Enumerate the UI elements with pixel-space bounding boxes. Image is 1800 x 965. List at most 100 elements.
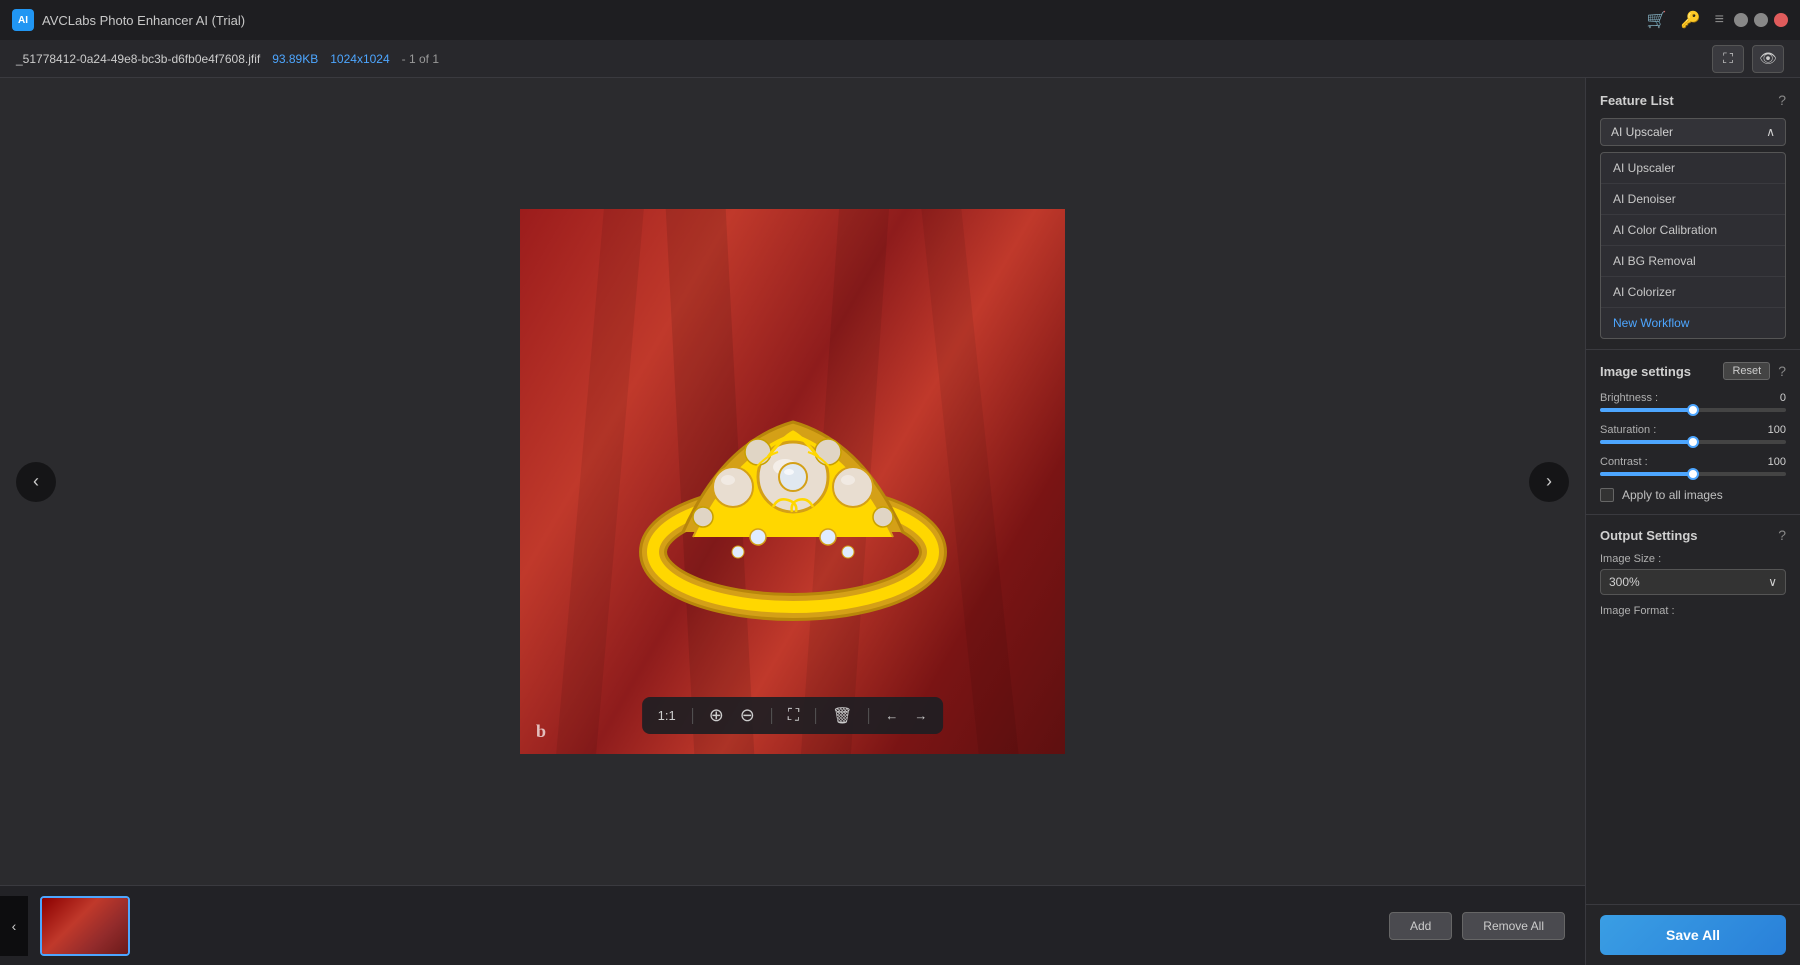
image-format-label: Image Format : xyxy=(1600,605,1786,617)
preview-button[interactable]: 👁 xyxy=(1752,45,1784,73)
bottom-bar: ‹ Add Remove All xyxy=(0,885,1585,965)
feature-list: AI Upscaler AI Denoiser AI Color Calibra… xyxy=(1600,152,1786,339)
feature-item-ai-denoiser[interactable]: AI Denoiser xyxy=(1601,184,1785,215)
image-settings-help-icon[interactable]: ? xyxy=(1778,363,1786,379)
zoom-in-button[interactable]: ⊕ xyxy=(709,705,724,726)
filesize: 93.89KB xyxy=(272,52,318,66)
center-panel: ‹ xyxy=(0,78,1585,965)
brightness-label: Brightness : xyxy=(1600,392,1658,404)
filename: _51778412-0a24-49e8-bc3b-d6fb0e4f7608.jf… xyxy=(16,52,260,66)
reset-button[interactable]: Reset xyxy=(1723,362,1770,380)
save-all-button[interactable]: Save All xyxy=(1600,915,1786,955)
saturation-value: 100 xyxy=(1768,424,1786,436)
dimensions: 1024x1024 xyxy=(330,52,389,66)
brightness-slider-fill xyxy=(1600,408,1693,412)
sidebar: Feature List ? AI Upscaler ∧ AI Upscaler… xyxy=(1585,78,1800,965)
saturation-label-row: Saturation : 100 xyxy=(1600,424,1786,436)
crop-button[interactable]: ⛶ xyxy=(1712,45,1744,73)
file-info-actions: ⛶ 👁 xyxy=(1712,45,1784,73)
toolbar-divider4 xyxy=(868,708,869,724)
nav-prev-button[interactable]: ‹ xyxy=(16,462,56,502)
image-size-label: Image Size : xyxy=(1600,553,1786,565)
feature-item-new-workflow[interactable]: New Workflow xyxy=(1601,308,1785,338)
menu-icon[interactable]: ≡ xyxy=(1715,11,1724,29)
thumbnail-image xyxy=(42,898,128,954)
feature-dropdown[interactable]: AI Upscaler ∧ xyxy=(1600,118,1786,146)
zoom-100-button[interactable]: 1:1 xyxy=(658,708,676,723)
zoom-out-button[interactable]: ⊖ xyxy=(740,705,755,726)
close-button[interactable]: ✕ xyxy=(1774,13,1788,27)
image-size-select[interactable]: 300% ∨ xyxy=(1600,569,1786,595)
saturation-setting: Saturation : 100 xyxy=(1600,424,1786,444)
contrast-value: 100 xyxy=(1768,456,1786,468)
apply-all-label: Apply to all images xyxy=(1622,488,1723,502)
feature-item-ai-bg-removal[interactable]: AI BG Removal xyxy=(1601,246,1785,277)
file-info-bar: _51778412-0a24-49e8-bc3b-d6fb0e4f7608.jf… xyxy=(0,40,1800,78)
bottom-scroll-left-button[interactable]: ‹ xyxy=(0,896,28,956)
saturation-label: Saturation : xyxy=(1600,424,1656,436)
cart-icon[interactable]: 🛒 xyxy=(1647,10,1667,30)
window-controls: — □ ✕ xyxy=(1734,13,1788,27)
file-count: - 1 of 1 xyxy=(402,52,439,66)
image-viewer: ‹ xyxy=(0,78,1585,885)
save-all-area: Save All xyxy=(1586,904,1800,965)
output-settings-header: Output Settings ? xyxy=(1600,527,1786,543)
title-bar: AI AVCLabs Photo Enhancer AI (Trial) 🛒 🔑… xyxy=(0,0,1800,40)
feature-list-title: Feature List xyxy=(1600,93,1674,108)
crop-tool-button[interactable]: ⛶ xyxy=(788,707,799,725)
feature-selected: AI Upscaler xyxy=(1611,125,1673,139)
brightness-slider-track[interactable] xyxy=(1600,408,1786,412)
contrast-slider-track[interactable] xyxy=(1600,472,1786,476)
toolbar-divider3 xyxy=(815,708,816,724)
main-image: b xyxy=(520,209,1065,754)
viewer-toolbar: 1:1 ⊕ ⊖ ⛶ 🗑 ← → xyxy=(642,697,944,734)
output-settings-section: Output Settings ? Image Size : 300% ∨ Im… xyxy=(1586,515,1800,639)
main-content: ‹ xyxy=(0,78,1800,965)
app-title: AVCLabs Photo Enhancer AI (Trial) xyxy=(42,13,1647,28)
delete-button[interactable]: 🗑 xyxy=(832,706,852,726)
title-actions: 🛒 🔑 ≡ xyxy=(1647,10,1724,30)
key-icon[interactable]: 🔑 xyxy=(1681,10,1701,30)
image-format-row: Image Format : xyxy=(1600,605,1786,617)
toolbar-divider xyxy=(692,708,693,724)
brightness-value: 0 xyxy=(1780,392,1786,404)
remove-all-button[interactable]: Remove All xyxy=(1462,912,1565,940)
brightness-setting: Brightness : 0 xyxy=(1600,392,1786,412)
minimize-button[interactable]: — xyxy=(1734,13,1748,27)
thumbnail-item[interactable] xyxy=(40,896,130,956)
apply-all-checkbox[interactable] xyxy=(1600,488,1614,502)
size-chevron-icon: ∨ xyxy=(1768,575,1777,589)
image-size-value: 300% xyxy=(1609,575,1640,589)
contrast-slider-fill xyxy=(1600,472,1693,476)
output-settings-title: Output Settings xyxy=(1600,528,1698,543)
contrast-setting: Contrast : 100 xyxy=(1600,456,1786,476)
next-image-button[interactable]: → xyxy=(914,708,927,723)
maximize-button[interactable]: □ xyxy=(1754,13,1768,27)
brightness-label-row: Brightness : 0 xyxy=(1600,392,1786,404)
feature-list-header: Feature List ? xyxy=(1600,92,1786,108)
brightness-slider-thumb[interactable] xyxy=(1687,404,1699,416)
feature-item-ai-upscaler[interactable]: AI Upscaler xyxy=(1601,153,1785,184)
saturation-slider-track[interactable] xyxy=(1600,440,1786,444)
contrast-slider-thumb[interactable] xyxy=(1687,468,1699,480)
feature-item-ai-color-calibration[interactable]: AI Color Calibration xyxy=(1601,215,1785,246)
feature-item-ai-colorizer[interactable]: AI Colorizer xyxy=(1601,277,1785,308)
app-logo: AI xyxy=(12,9,34,31)
feature-list-section: Feature List ? AI Upscaler ∧ AI Upscaler… xyxy=(1586,78,1800,350)
image-settings-title: Image settings xyxy=(1600,364,1715,379)
image-settings-header: Image settings Reset ? xyxy=(1600,362,1786,380)
add-button[interactable]: Add xyxy=(1389,912,1452,940)
toolbar-divider2 xyxy=(771,708,772,724)
feature-list-help-icon[interactable]: ? xyxy=(1778,92,1786,108)
contrast-label: Contrast : xyxy=(1600,456,1648,468)
main-image-container: b 1:1 ⊕ ⊖ ⛶ 🗑 ← → xyxy=(520,209,1065,754)
contrast-label-row: Contrast : 100 xyxy=(1600,456,1786,468)
nav-next-button[interactable]: › xyxy=(1529,462,1569,502)
image-size-row: Image Size : 300% ∨ xyxy=(1600,553,1786,595)
output-help-icon[interactable]: ? xyxy=(1778,527,1786,543)
ring-svg xyxy=(603,322,983,642)
image-settings-section: Image settings Reset ? Brightness : 0 Sa… xyxy=(1586,350,1800,515)
prev-image-button[interactable]: ← xyxy=(885,708,898,723)
apply-all-row: Apply to all images xyxy=(1600,488,1786,502)
saturation-slider-thumb[interactable] xyxy=(1687,436,1699,448)
